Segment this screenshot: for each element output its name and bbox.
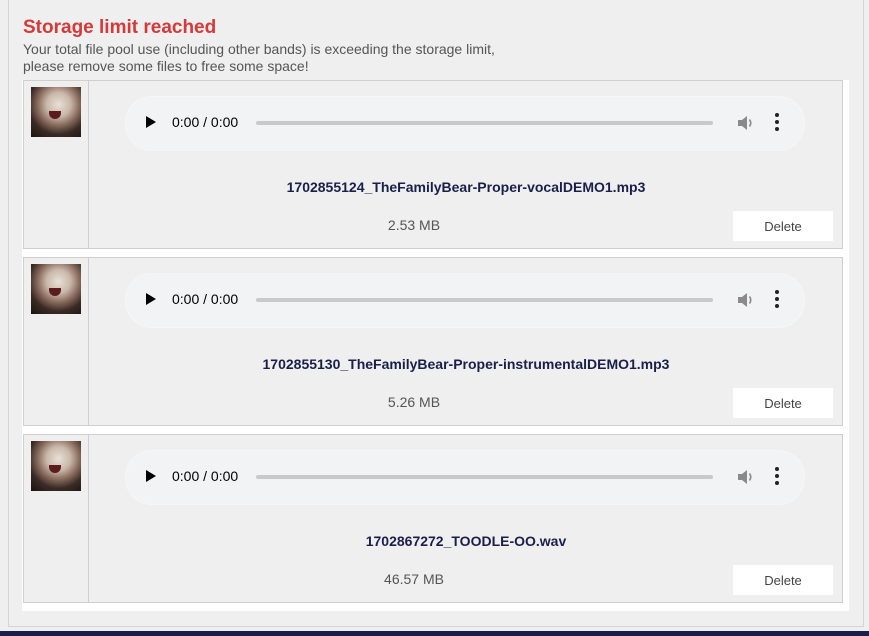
audio-progress-track[interactable] (256, 475, 713, 479)
delete-button[interactable]: Delete (733, 565, 833, 595)
audio-player[interactable]: 0:00 / 0:00 (125, 273, 805, 328)
delete-button[interactable]: Delete (733, 388, 833, 418)
avatar-cell (24, 435, 89, 602)
avatar (31, 441, 81, 491)
volume-icon[interactable] (736, 114, 756, 132)
file-size: 2.53 MB (387, 217, 441, 233)
file-name: 1702867272_TOODLE-OO.wav (365, 533, 567, 549)
volume-icon[interactable] (736, 291, 756, 309)
audio-progress-track[interactable] (256, 298, 713, 302)
audio-player[interactable]: 0:00 / 0:00 (125, 450, 805, 505)
avatar (31, 87, 81, 137)
play-icon[interactable] (146, 116, 156, 128)
more-options-icon[interactable] (774, 113, 780, 133)
footer-bar (0, 631, 869, 636)
play-icon[interactable] (146, 293, 156, 305)
delete-button[interactable]: Delete (733, 211, 833, 241)
file-list: 0:00 / 0:00 1702855124_TheFamilyBear-Pro… (22, 80, 849, 611)
more-options-icon[interactable] (774, 467, 780, 487)
play-icon[interactable] (146, 470, 156, 482)
avatar-cell (24, 258, 89, 425)
file-name: 1702855124_TheFamilyBear-Proper-vocalDEM… (286, 179, 646, 195)
avatar (31, 264, 81, 314)
file-row: 0:00 / 0:00 1702855124_TheFamilyBear-Pro… (23, 80, 843, 249)
audio-time: 0:00 / 0:00 (172, 468, 239, 484)
storage-warning-line-1: Your total file pool use (including othe… (23, 41, 495, 57)
avatar-cell (24, 81, 89, 248)
storage-warning-line-2: please remove some files to free some sp… (23, 58, 309, 74)
file-row: 0:00 / 0:00 1702867272_TOODLE-OO.wav 46.… (23, 434, 843, 603)
storage-warning-title: Storage limit reached (23, 17, 217, 38)
audio-player[interactable]: 0:00 / 0:00 (125, 96, 805, 151)
file-size: 5.26 MB (387, 394, 441, 410)
file-row: 0:00 / 0:00 1702855130_TheFamilyBear-Pro… (23, 257, 843, 426)
volume-icon[interactable] (736, 468, 756, 486)
audio-progress-track[interactable] (256, 121, 713, 125)
file-size: 46.57 MB (384, 571, 444, 587)
audio-time: 0:00 / 0:00 (172, 114, 239, 130)
more-options-icon[interactable] (774, 290, 780, 310)
audio-time: 0:00 / 0:00 (172, 291, 239, 307)
file-name: 1702855130_TheFamilyBear-Proper-instrume… (262, 356, 670, 372)
